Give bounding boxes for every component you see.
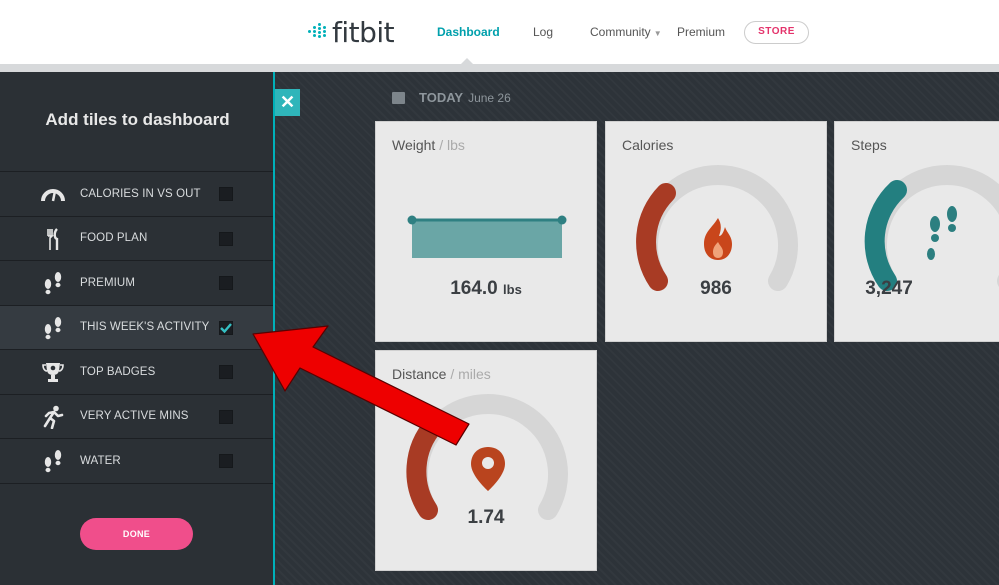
- steps-title: Steps: [851, 137, 887, 153]
- weight-value-unit: lbs: [503, 282, 522, 297]
- tile-option-label: WATER: [80, 454, 121, 467]
- calendar-icon[interactable]: [392, 91, 405, 104]
- logo-text: fitbit: [332, 15, 395, 49]
- caret-down-icon: ▼: [653, 29, 662, 38]
- tile-option-food-plan[interactable]: FOOD PLAN: [0, 217, 273, 261]
- steps-tile[interactable]: Steps 3,247: [834, 121, 999, 342]
- nav-log[interactable]: Log: [533, 25, 553, 39]
- tile-option-label: CALORIES IN VS OUT: [80, 187, 201, 200]
- tile-option-calories-in-vs-out[interactable]: CALORIES IN VS OUT: [0, 172, 273, 217]
- tile-option-very-active-mins[interactable]: VERY ACTIVE MINS: [0, 395, 273, 439]
- panel-title: Add tiles to dashboard: [45, 110, 230, 129]
- tile-option-checkbox[interactable]: [219, 454, 233, 468]
- calories-tile[interactable]: Calories 986: [605, 121, 827, 342]
- nav-premium[interactable]: Premium: [677, 25, 725, 39]
- today-date: June 26: [468, 90, 511, 105]
- weight-point-end: [557, 215, 567, 225]
- tile-option-premium[interactable]: PREMIUM: [0, 261, 273, 306]
- tile-option-checkbox[interactable]: [219, 365, 233, 379]
- weight-value-number: 164.0: [450, 278, 498, 299]
- tile-option-label: THIS WEEK'S ACTIVITY: [80, 321, 210, 334]
- tile-option-label: PREMIUM: [80, 276, 136, 289]
- logo-dots-icon: [308, 23, 326, 41]
- header-divider: [0, 64, 999, 72]
- today-label: TODAY: [419, 90, 464, 105]
- calories-value: 986: [700, 278, 732, 299]
- close-panel-button[interactable]: ✕: [275, 89, 300, 116]
- nav-community[interactable]: Community ▼: [590, 25, 662, 39]
- tile-option-checkbox[interactable]: [219, 276, 233, 290]
- fitbit-logo[interactable]: fitbit: [308, 14, 395, 50]
- close-icon: ✕: [279, 92, 296, 112]
- weight-tile[interactable]: Weight / lbs 164.0 lbs: [375, 121, 597, 342]
- weight-value: 164.0 lbs: [376, 278, 596, 300]
- tile-option-top-badges[interactable]: TOP BADGES: [0, 350, 273, 395]
- top-navigation: fitbit Dashboard Log Community ▼ Premium …: [0, 0, 999, 65]
- footprints-icon: [927, 206, 957, 260]
- tile-option-label: TOP BADGES: [80, 365, 156, 378]
- calories-title: Calories: [622, 137, 674, 153]
- weight-chart: [407, 215, 567, 258]
- trophy-icon: [42, 363, 64, 382]
- tile-option-this-weeks-activity[interactable]: THIS WEEK'S ACTIVITY: [0, 305, 273, 350]
- nav-dashboard[interactable]: Dashboard: [437, 25, 500, 39]
- today-header: TODAY June 26: [392, 90, 511, 105]
- nav-community-label: Community: [590, 25, 651, 39]
- steps-value: 3,247: [865, 278, 913, 299]
- weight-title: Weight: [392, 137, 436, 153]
- runner-icon: [43, 405, 64, 429]
- done-button[interactable]: DONE: [80, 518, 193, 550]
- footprints-icon: [44, 272, 62, 295]
- weight-bar: [412, 220, 562, 258]
- tile-option-water[interactable]: WATER: [0, 439, 273, 484]
- footprints-icon: [44, 450, 62, 473]
- store-button[interactable]: STORE: [744, 21, 809, 44]
- tile-option-checkbox[interactable]: [219, 409, 233, 424]
- tile-option-list: CALORIES IN VS OUT FOOD PLAN PREMIUM THI…: [0, 171, 273, 484]
- distance-value: 1.74: [467, 507, 505, 528]
- weight-point-start: [407, 215, 417, 225]
- tile-option-checkbox[interactable]: [219, 187, 233, 201]
- calories-gauge-progress: [636, 183, 676, 291]
- red-annotation-arrow: [252, 325, 470, 446]
- gauge-icon: [41, 189, 65, 202]
- footprints-icon: [44, 316, 62, 339]
- tile-option-checkbox-checked[interactable]: [219, 320, 233, 335]
- checkmark-icon: [220, 322, 232, 333]
- tile-option-label: FOOD PLAN: [80, 232, 148, 245]
- weight-unit: / lbs: [439, 137, 465, 153]
- fork-knife-icon: [47, 227, 59, 250]
- tile-option-label: VERY ACTIVE MINS: [80, 410, 189, 423]
- tile-option-checkbox[interactable]: [219, 231, 233, 246]
- tile-title: Weight / lbs: [392, 137, 465, 153]
- add-tiles-panel: Add tiles to dashboard CALORIES IN VS OU…: [0, 72, 275, 585]
